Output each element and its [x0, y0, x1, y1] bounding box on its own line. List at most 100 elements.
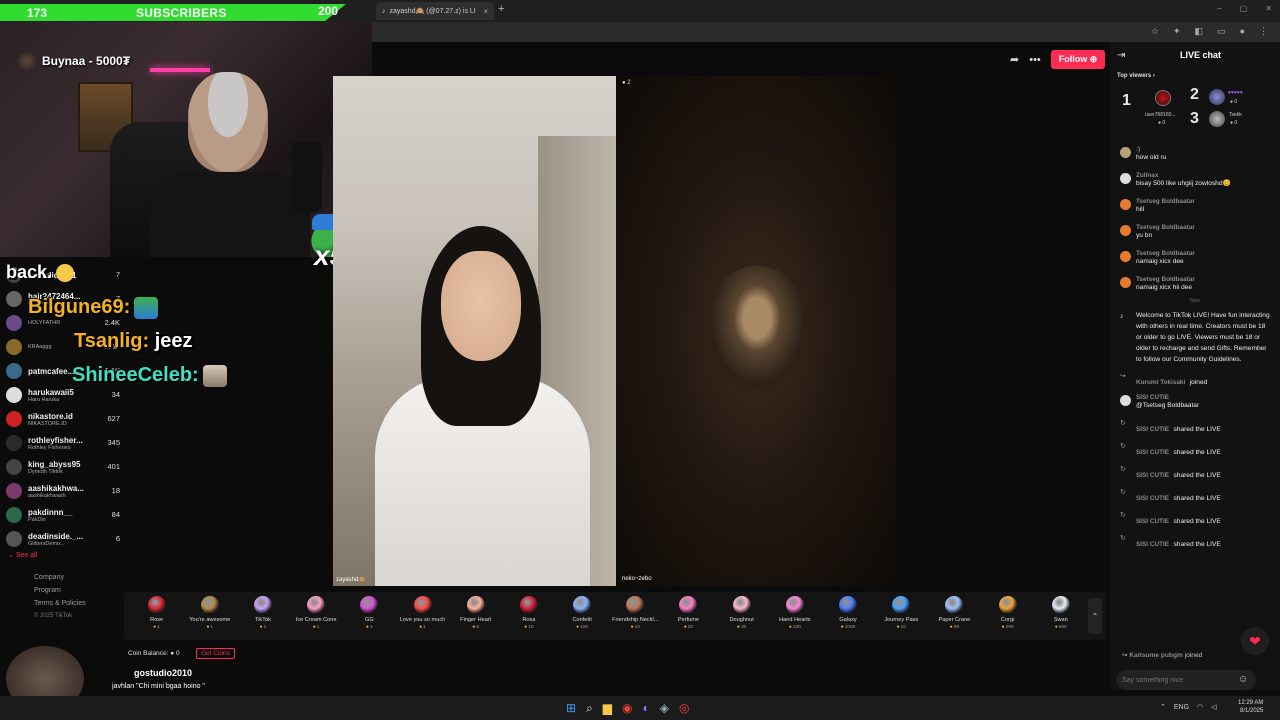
leaderboard-row[interactable]: aashikakhwa... aashikakhwash 18 [6, 479, 120, 503]
wifi-icon[interactable]: ◠ [1197, 703, 1203, 711]
gift-scroll-button[interactable]: ⌃ [1088, 598, 1102, 634]
emoji-icon[interactable]: ☺ [1238, 674, 1248, 685]
gift-item[interactable]: Ice Cream Cone 1 [290, 596, 343, 636]
follow-button[interactable]: Follow ⊕ [1050, 50, 1106, 69]
chevron-up-icon[interactable]: ⌃ [1160, 703, 1166, 711]
gift-price: 1 [419, 625, 426, 630]
gift-name: Hand Hearts [779, 617, 811, 623]
share-icon: ↻ [1120, 489, 1126, 496]
taskbar-clock[interactable]: 12:29 AM 8/1/2025 [1238, 699, 1263, 715]
top-viewer-1[interactable]: 1 [1122, 92, 1131, 110]
like-heart-button[interactable]: ❤ [1241, 627, 1269, 655]
avatar [1120, 395, 1131, 406]
guest-video[interactable] [616, 76, 896, 586]
gift-item[interactable]: Finger Heart 5 [449, 596, 502, 636]
gift-item[interactable]: Galaxy 1000 [821, 596, 874, 636]
leaderboard-row[interactable]: rothleyfisher... Rothley Fisheries 345 [6, 431, 120, 455]
gift-price: 1 [366, 625, 373, 630]
gift-name: Friendship Neckl... [612, 617, 659, 623]
leaderboard-names: aashikakhwa... aashikakhwash [28, 484, 102, 499]
streamer-body [150, 172, 310, 257]
leaderboard-row[interactable]: nikastore.id NIKASTORE.ID 627 [6, 407, 120, 431]
gift-item[interactable]: TikTok 1 [236, 596, 289, 636]
close-icon[interactable]: × [483, 7, 488, 16]
tray-language[interactable]: ENG [1174, 704, 1189, 711]
puzzle-icon[interactable]: ◧ [1195, 26, 1204, 37]
browser-tab[interactable]: ♪ zayashd🙈 (@07.27.z) is LI × [376, 2, 494, 20]
more-icon[interactable]: ••• [1029, 54, 1041, 66]
share-icon: ↻ [1120, 535, 1126, 542]
new-tab-button[interactable]: + [498, 3, 504, 15]
leaderboard-row[interactable]: deadinside._... GlittersDemo... 6 [6, 527, 120, 551]
gift-item[interactable]: Rose 1 [130, 596, 183, 636]
chat-event: ↻ SISI CUTIE shared the LIVE [1120, 512, 1221, 525]
minimize-button[interactable]: – [1217, 4, 1221, 13]
footer-link-company[interactable]: Company [34, 574, 86, 581]
top-viewer-score: ● 0 [1158, 120, 1166, 126]
steam-icon[interactable]: ◈ [660, 701, 669, 716]
gift-item[interactable]: Doughnut 30 [715, 596, 768, 636]
neon-light [150, 68, 210, 72]
leaderboard-row[interactable]: king_abyss95 Dymoth Tiktok 401 [6, 455, 120, 479]
top-viewer-2[interactable]: 2 [1190, 86, 1199, 104]
discord-icon[interactable]: ◐ [643, 701, 650, 716]
system-tray: ⌃ ENG ◠ ◁ [1160, 703, 1217, 712]
cast-icon[interactable]: ▭ [1217, 26, 1226, 37]
star-icon[interactable]: ☆ [1151, 26, 1159, 37]
footer-link-program[interactable]: Program [34, 587, 86, 594]
gift-item[interactable]: Corgi 299 [981, 596, 1034, 636]
chat-input[interactable] [1116, 670, 1256, 690]
gift-icon [200, 596, 219, 614]
obs-icon[interactable]: ◎ [679, 701, 689, 716]
top-viewer-3[interactable]: 3 [1190, 110, 1199, 128]
gift-item[interactable]: Hand Hearts 100 [768, 596, 821, 636]
search-icon[interactable]: ⌕ [586, 701, 593, 716]
gift-item[interactable]: You're awesome 1 [183, 596, 236, 636]
gift-icon [679, 596, 698, 614]
gift-item[interactable]: Paper Crane 99 [928, 596, 981, 636]
gift-icon [1051, 596, 1070, 614]
taskbar-apps: ⊞ ⌕ ▆ ◉ ◐ ◈ ◎ [566, 701, 689, 716]
close-window-button[interactable]: ✕ [1265, 4, 1272, 13]
gift-item[interactable]: GG 1 [343, 596, 396, 636]
gift-item[interactable]: Confetti 100 [556, 596, 609, 636]
gift-item[interactable]: Swan 699 [1034, 596, 1087, 636]
menu-icon[interactable]: ⋮ [1259, 26, 1268, 37]
leaderboard-names: HOLYFATHR [28, 320, 102, 326]
gift-name: Doughnut [729, 617, 754, 623]
host-video[interactable] [333, 76, 616, 586]
top-viewers-link[interactable]: Top viewers › [1117, 73, 1155, 79]
gift-icon [998, 596, 1017, 614]
extension-icon[interactable]: ✦ [1173, 26, 1181, 37]
leaderboard-names: nikastore.id NIKASTORE.ID [28, 412, 102, 427]
gift-item[interactable]: Love you so much 1 [396, 596, 449, 636]
leaderboard-row[interactable]: pakdinnn__ PakDin 84 [6, 503, 120, 527]
profile-icon[interactable]: ● [1240, 26, 1245, 37]
gift-price: 1 [260, 625, 267, 630]
share-icon[interactable]: ➦ [1010, 53, 1019, 66]
gift-item[interactable]: Perfume 20 [662, 596, 715, 636]
volume-icon[interactable]: ◁ [1211, 703, 1216, 711]
gift-icon [307, 596, 326, 614]
see-all-link[interactable]: ⌄ See all [8, 551, 37, 559]
gift-icon [785, 596, 804, 614]
gift-item[interactable]: Friendship Neckl... 10 [609, 596, 662, 636]
maximize-button[interactable]: ▢ [1240, 4, 1248, 13]
chat-event: ↻ SISI CUTIE shared the LIVE [1120, 535, 1221, 548]
get-coins-button[interactable]: Get Coins [196, 648, 235, 659]
gift-icon [732, 596, 751, 614]
gift-price: 1 [206, 625, 213, 630]
chat-event: ↪ Kaitsume pubgm joined [1122, 652, 1203, 659]
avatar [6, 411, 22, 427]
leaderboard-names: rothleyfisher... Rothley Fisheries [28, 436, 102, 451]
collapse-chat-icon[interactable]: ⇥ [1117, 50, 1125, 61]
chrome-icon[interactable]: ◉ [622, 701, 632, 716]
gift-item[interactable]: Journey Pass 10 [875, 596, 928, 636]
footer-link-terms[interactable]: Terms & Policies [34, 600, 86, 607]
file-explorer-icon[interactable]: ▆ [603, 701, 612, 716]
gift-icon [253, 596, 272, 614]
leaderboard-subname: Haru Haruka [28, 396, 60, 403]
gift-item[interactable]: Rosa 10 [502, 596, 555, 636]
coin-balance: Coin Balance: ● 0 [128, 650, 180, 657]
windows-start-icon[interactable]: ⊞ [566, 701, 576, 716]
